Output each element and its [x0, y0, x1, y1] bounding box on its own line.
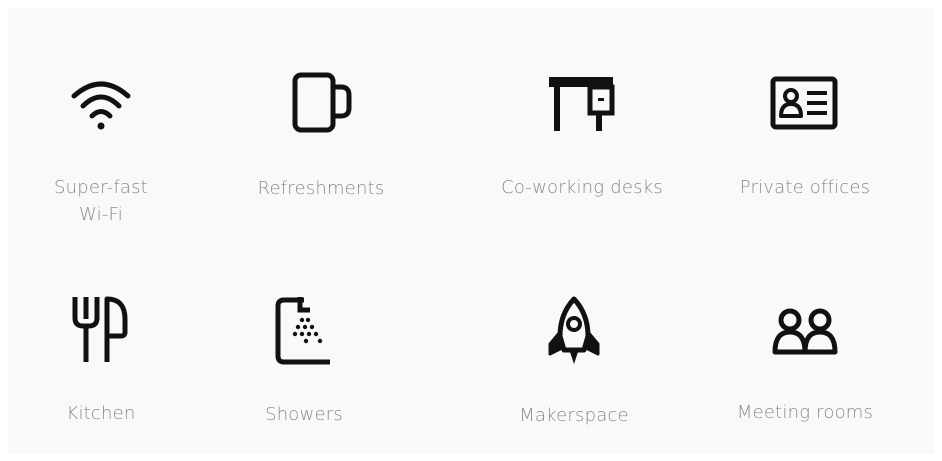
desk-icon	[549, 77, 615, 131]
amenities-panel	[8, 8, 934, 454]
amenity-label-makerspace: Makerspace	[519, 405, 629, 426]
amenity-label-showers: Showers	[265, 404, 343, 425]
id-card-icon	[770, 76, 838, 130]
mug-icon	[292, 72, 352, 133]
shower-icon	[275, 297, 330, 365]
amenity-label-meeting-rooms: Meeting rooms	[736, 402, 874, 423]
amenity-label-desks: Co-working desks	[501, 177, 663, 198]
rocket-icon	[548, 296, 600, 364]
amenity-label-offices: Private offices	[739, 177, 871, 198]
wifi-icon	[71, 81, 131, 130]
amenity-label-kitchen: Kitchen	[66, 403, 136, 424]
amenity-label-refreshments: Refreshments	[257, 178, 385, 199]
fork-knife-icon	[72, 296, 128, 362]
amenity-label-wifi: Super-fast Wi-Fi	[54, 177, 148, 225]
people-icon	[772, 308, 838, 355]
